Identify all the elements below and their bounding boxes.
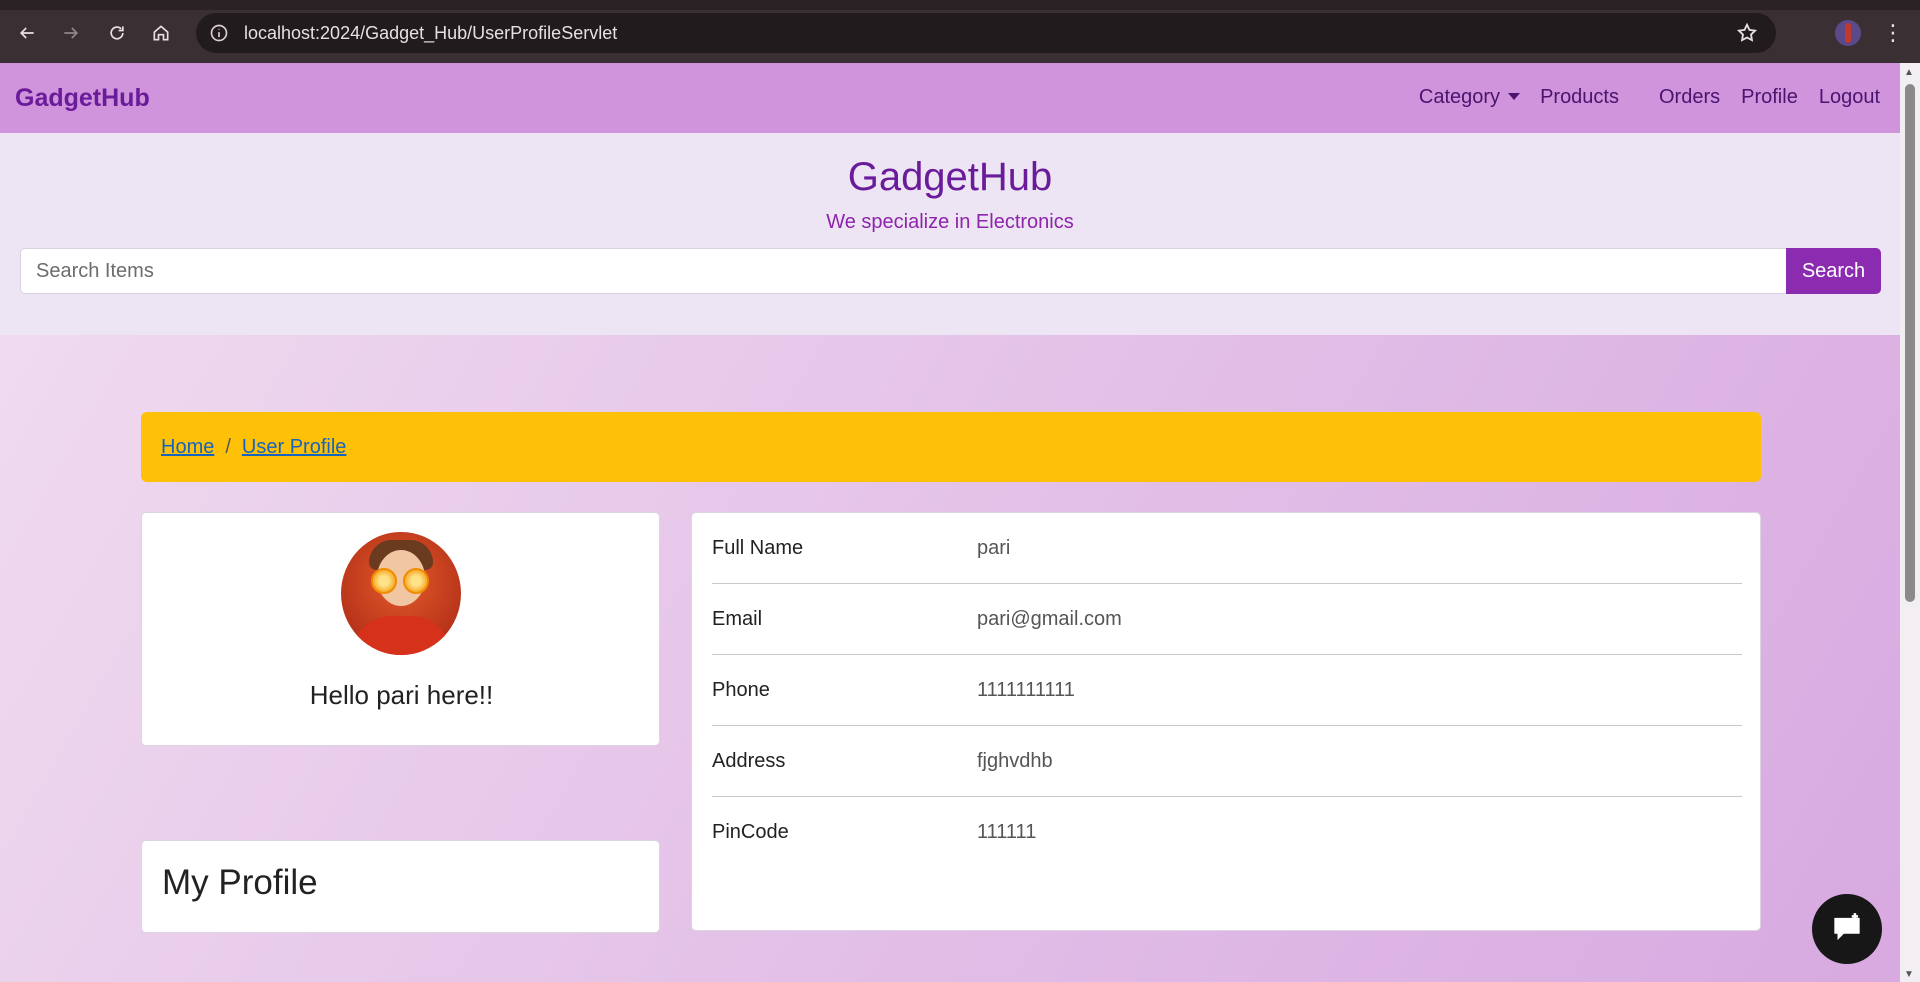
reload-icon[interactable]	[102, 18, 132, 48]
detail-label: Full Name	[712, 537, 804, 559]
detail-value: fjghvdhb	[977, 750, 1053, 772]
page-viewport: GadgetHub Category Products Orders Profi…	[0, 63, 1920, 982]
greeting-text: Hello pari here!!	[309, 680, 494, 710]
bookmark-star-icon[interactable]	[1736, 22, 1758, 49]
page-scrollbar[interactable]: ▲ ▼	[1900, 63, 1920, 982]
search-button[interactable]: Search	[1786, 248, 1881, 294]
chat-widget-button[interactable]	[1812, 894, 1882, 964]
my-profile-title: My Profile	[162, 863, 318, 902]
home-icon[interactable]	[146, 18, 176, 48]
detail-row-full-name: Full Name pari	[712, 513, 1742, 584]
nav-orders[interactable]: Orders	[1659, 86, 1720, 109]
navbar-links: Category Products Orders Profile Logout	[1419, 86, 1880, 109]
avatar	[341, 532, 461, 655]
profile-details-card: Full Name pari Email pari@gmail.com Phon…	[691, 512, 1761, 931]
my-profile-card: My Profile	[141, 840, 660, 933]
profile-avatar-icon[interactable]	[1835, 20, 1861, 46]
search-input[interactable]	[20, 248, 1786, 294]
navbar-brand[interactable]: GadgetHub	[15, 84, 150, 113]
detail-label: Email	[712, 608, 763, 630]
scrollbar-thumb[interactable]	[1905, 84, 1915, 602]
detail-row-phone: Phone 1111111111	[712, 655, 1742, 726]
back-arrow-icon[interactable]	[12, 18, 42, 48]
detail-value: pari	[977, 537, 1011, 559]
detail-row-email: Email pari@gmail.com	[712, 584, 1742, 655]
chat-bubble-icon	[1834, 913, 1860, 941]
browser-toolbar: localhost:2024/Gadget_Hub/UserProfileSer…	[0, 0, 1920, 63]
nav-category-label: Category	[1418, 86, 1501, 108]
nav-category-dropdown[interactable]: Category	[1418, 86, 1521, 109]
url-text[interactable]: localhost:2024/Gadget_Hub/UserProfileSer…	[244, 23, 617, 44]
breadcrumb-current-link[interactable]: User Profile	[242, 436, 346, 459]
hero-title: GadgetHub	[847, 155, 1053, 199]
detail-value: pari@gmail.com	[977, 608, 1122, 630]
breadcrumb-separator: /	[225, 435, 231, 458]
detail-row-address: Address fjghvdhb	[712, 726, 1742, 797]
detail-row-pincode: PinCode 111111	[712, 797, 1742, 868]
detail-label: PinCode	[712, 821, 789, 843]
scroll-down-icon[interactable]: ▼	[1904, 969, 1914, 980]
address-bar[interactable]: localhost:2024/Gadget_Hub/UserProfileSer…	[196, 13, 1776, 53]
tab-strip	[0, 0, 1920, 10]
nav-logout[interactable]: Logout	[1819, 86, 1880, 109]
detail-value: 111111	[977, 821, 1037, 843]
breadcrumb: Home / User Profile	[141, 412, 1761, 482]
hero-subtitle: We specialize in Electronics	[826, 211, 1074, 233]
hero-banner: GadgetHub We specialize in Electronics S…	[0, 133, 1900, 335]
scroll-up-icon[interactable]: ▲	[1904, 67, 1914, 78]
detail-value: 1111111111	[977, 679, 1075, 701]
site-info-icon[interactable]	[208, 22, 230, 44]
top-navbar: GadgetHub Category Products Orders Profi…	[0, 63, 1900, 133]
detail-label: Phone	[712, 679, 770, 701]
profile-summary-card: Hello pari here!!	[141, 512, 660, 746]
nav-products[interactable]: Products	[1540, 86, 1619, 109]
forward-arrow-icon[interactable]	[56, 18, 86, 48]
nav-profile[interactable]: Profile	[1741, 86, 1798, 109]
chevron-down-icon	[1508, 92, 1521, 100]
detail-label: Address	[712, 750, 786, 772]
breadcrumb-home-link[interactable]: Home	[161, 436, 214, 459]
menu-kebab-icon[interactable]: ⋮	[1882, 20, 1904, 46]
